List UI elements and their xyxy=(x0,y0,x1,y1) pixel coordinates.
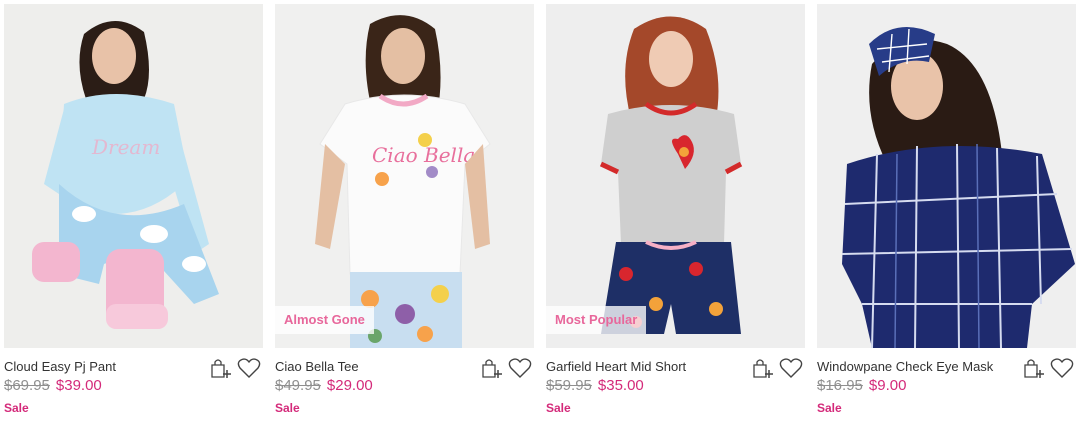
product-card[interactable]: Dream Cloud Easy Pj Pant $69.95 $39.00 Sa… xyxy=(4,4,263,420)
product-name[interactable]: Cloud Easy Pj Pant xyxy=(4,359,116,374)
sale-price: $35.00 xyxy=(597,377,644,394)
original-price: $16.95 xyxy=(817,377,863,394)
product-image[interactable]: Dream xyxy=(4,4,263,348)
product-grid: Dream Cloud Easy Pj Pant $69.95 $39.00 Sa… xyxy=(0,0,1080,424)
product-photo: Dream xyxy=(4,4,263,348)
original-price: $59.95 xyxy=(546,377,592,394)
price-row: $69.95 $39.00 xyxy=(4,377,102,394)
product-photo: Ciao Bella xyxy=(275,4,534,348)
add-to-bag-icon[interactable] xyxy=(208,356,232,380)
price-row: $16.95 $9.00 xyxy=(817,377,906,394)
product-card[interactable]: Windowpane Check Eye Mask $16.95 $9.00 Sa… xyxy=(817,4,1076,420)
product-card[interactable]: Ciao Bella Almost Gone Ciao Bella Tee $4… xyxy=(275,4,534,420)
add-to-bag-icon[interactable] xyxy=(479,356,503,380)
heart-icon[interactable] xyxy=(1050,356,1074,380)
heart-icon[interactable] xyxy=(508,356,532,380)
sale-tag: Sale xyxy=(275,401,300,415)
product-photo xyxy=(546,4,805,348)
product-actions xyxy=(750,356,803,380)
product-info: Windowpane Check Eye Mask $16.95 $9.00 Sa… xyxy=(817,348,1076,420)
add-to-bag-icon[interactable] xyxy=(1021,356,1045,380)
price-row: $59.95 $35.00 xyxy=(546,377,644,394)
product-image[interactable]: Ciao Bella Almost Gone xyxy=(275,4,534,348)
heart-icon[interactable] xyxy=(237,356,261,380)
product-name[interactable]: Ciao Bella Tee xyxy=(275,359,359,374)
product-name[interactable]: Garfield Heart Mid Short xyxy=(546,359,686,374)
product-photo xyxy=(817,4,1076,348)
price-row: $49.95 $29.00 xyxy=(275,377,373,394)
sale-price: $39.00 xyxy=(55,377,102,394)
product-actions xyxy=(1021,356,1074,380)
original-price: $49.95 xyxy=(275,377,321,394)
product-name[interactable]: Windowpane Check Eye Mask xyxy=(817,359,993,374)
add-to-bag-icon[interactable] xyxy=(750,356,774,380)
product-image[interactable] xyxy=(817,4,1076,348)
product-actions xyxy=(208,356,261,380)
svg-text:Dream: Dream xyxy=(91,135,160,159)
product-badge: Most Popular xyxy=(546,306,647,334)
sale-tag: Sale xyxy=(546,401,571,415)
sale-price: $9.00 xyxy=(868,377,907,394)
product-image[interactable]: Most Popular xyxy=(546,4,805,348)
product-badge: Almost Gone xyxy=(275,306,374,334)
product-card[interactable]: Most Popular Garfield Heart Mid Short $5… xyxy=(546,4,805,420)
sale-price: $29.00 xyxy=(326,377,373,394)
product-info: Garfield Heart Mid Short $59.95 $35.00 Sa… xyxy=(546,348,805,420)
product-info: Cloud Easy Pj Pant $69.95 $39.00 Sale xyxy=(4,348,263,420)
heart-icon[interactable] xyxy=(779,356,803,380)
product-info: Ciao Bella Tee $49.95 $29.00 Sale xyxy=(275,348,534,420)
original-price: $69.95 xyxy=(4,377,50,394)
sale-tag: Sale xyxy=(817,401,842,415)
sale-tag: Sale xyxy=(4,401,29,415)
product-actions xyxy=(479,356,532,380)
